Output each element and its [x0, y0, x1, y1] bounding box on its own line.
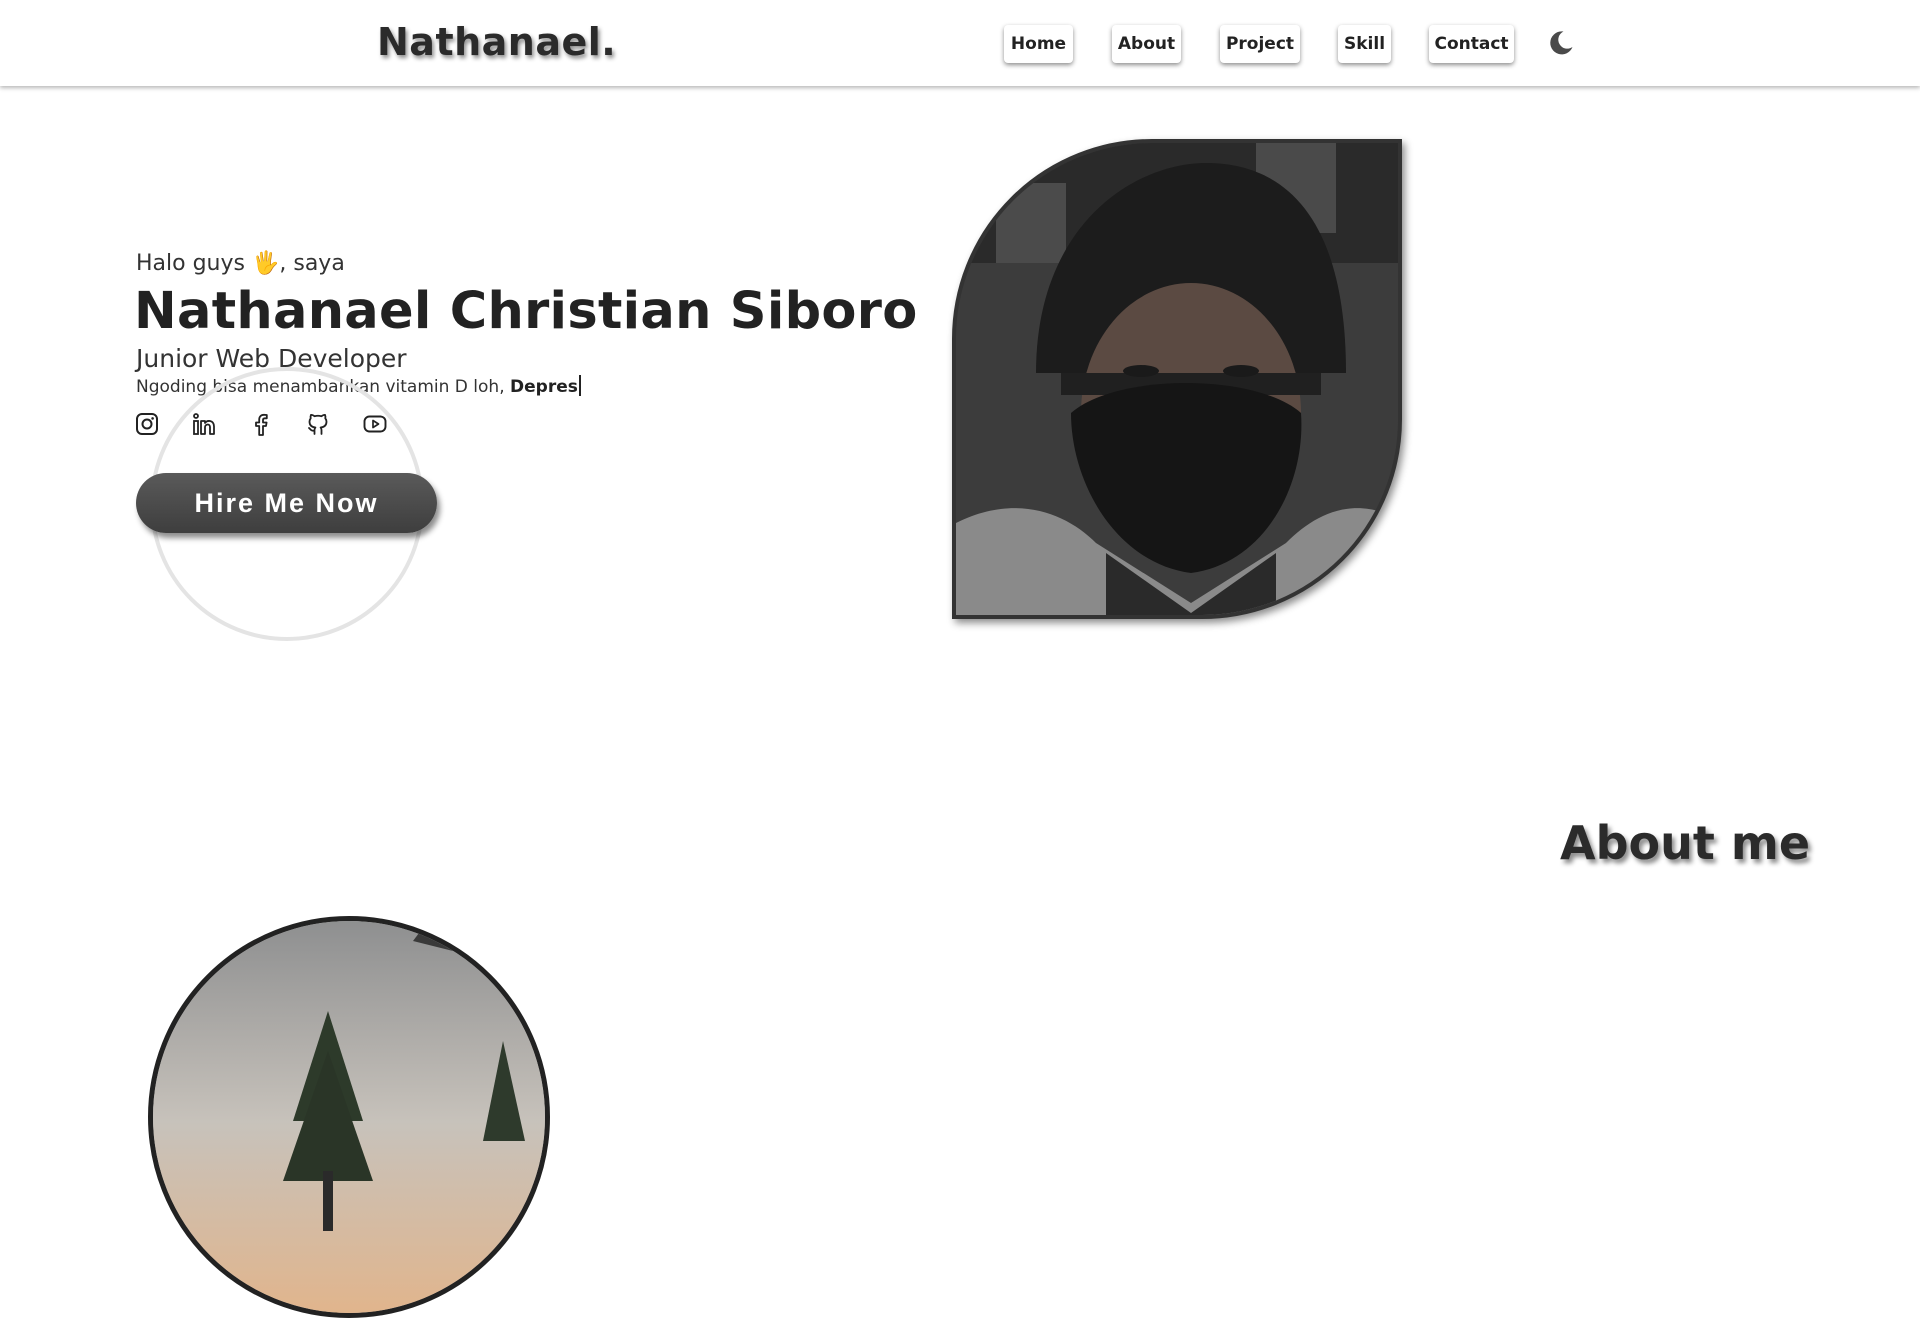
facebook-icon [255, 413, 268, 436]
youtube-link[interactable] [362, 411, 388, 437]
moon-icon [1550, 31, 1573, 55]
instagram-icon [136, 413, 158, 435]
profile-photo [952, 139, 1402, 619]
typed-text: Depres [510, 377, 578, 397]
profile-photo-image [956, 143, 1398, 615]
hire-me-button[interactable]: Hire Me Now [136, 473, 437, 533]
nav-contact[interactable]: Contact [1429, 25, 1514, 63]
navbar: Nathanael. Home About Project Skill Cont… [0, 0, 1920, 86]
github-link[interactable] [305, 411, 331, 437]
nav-project[interactable]: Project [1220, 25, 1300, 63]
nav-about[interactable]: About [1112, 25, 1181, 63]
landscape-photo-image [153, 921, 545, 1313]
about-title: About me [1560, 816, 1811, 870]
theme-toggle-button[interactable] [1546, 28, 1576, 58]
typing-caret [578, 375, 581, 396]
hero-name: Nathanael Christian Siboro [134, 282, 918, 341]
hero-greeting: Halo guys 🖐, saya [136, 251, 345, 276]
github-icon [308, 413, 328, 435]
youtube-icon [363, 415, 387, 433]
instagram-link[interactable] [134, 411, 160, 437]
about-photo [148, 916, 550, 1318]
linkedin-link[interactable] [191, 411, 217, 437]
brand-logo[interactable]: Nathanael. [377, 20, 616, 64]
nav-home[interactable]: Home [1004, 25, 1073, 63]
social-links [134, 411, 388, 437]
nav-skill[interactable]: Skill [1338, 25, 1391, 63]
facebook-link[interactable] [248, 411, 274, 437]
linkedin-icon [193, 413, 215, 435]
